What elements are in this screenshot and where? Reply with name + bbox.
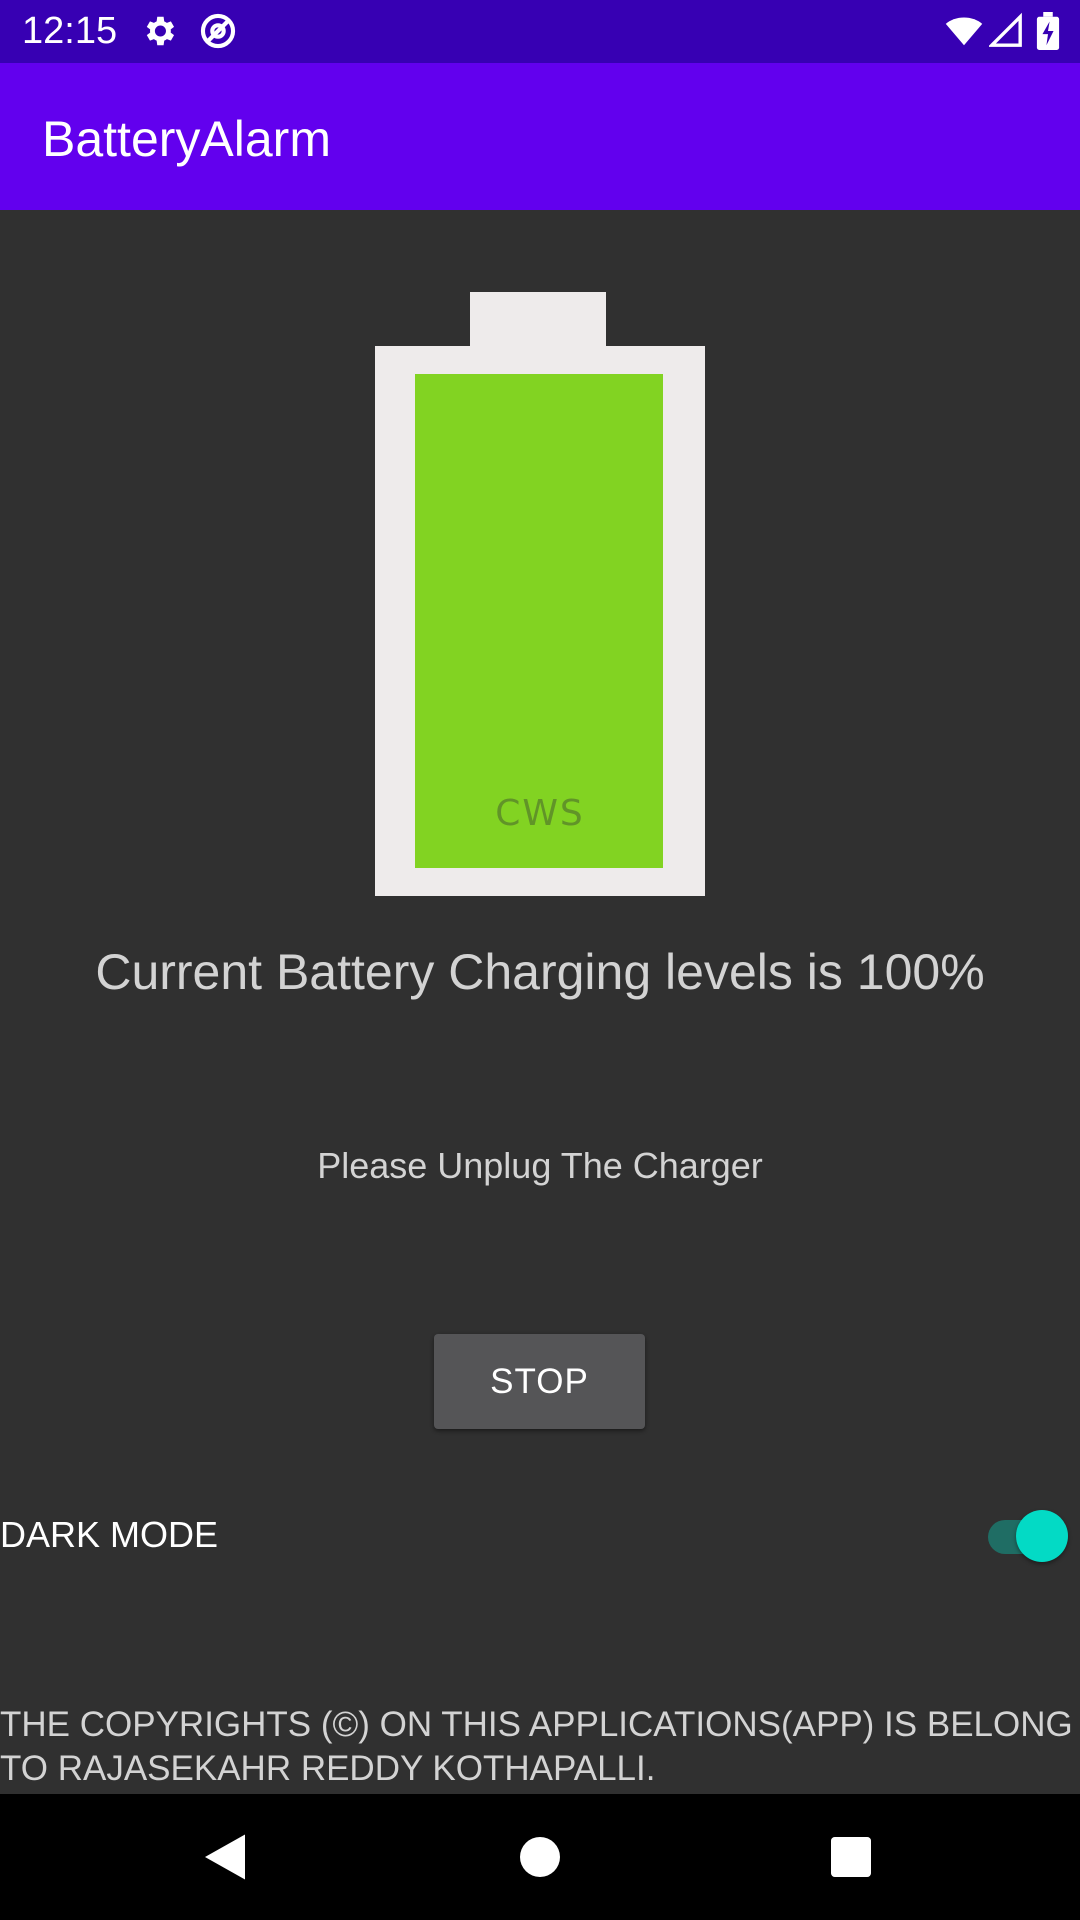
navigation-bar — [0, 1794, 1080, 1920]
copyright-text: THE COPYRIGHTS (©) ON THIS APPLICATIONS(… — [0, 1705, 1073, 1788]
stop-button[interactable]: STOP — [434, 1334, 645, 1429]
back-icon[interactable] — [195, 1827, 255, 1887]
wifi-icon — [944, 12, 984, 50]
dark-mode-label: DARK MODE — [0, 1514, 219, 1555]
battery-charging-icon — [1036, 12, 1060, 50]
app-bar: BatteryAlarm — [0, 63, 1080, 210]
battery-level-text: Current Battery Charging levels is 100% — [95, 944, 985, 1000]
status-time: 12:15 — [22, 10, 118, 52]
at-sign-icon — [199, 12, 237, 50]
battery-brand-mark: CWS — [495, 793, 585, 834]
dark-mode-toggle[interactable] — [986, 1506, 1072, 1562]
recents-icon[interactable] — [821, 1827, 881, 1887]
toggle-thumb — [1016, 1510, 1068, 1562]
battery-graphic: CWS — [375, 290, 705, 896]
unplug-message: Please Unplug The Charger — [317, 1145, 763, 1186]
signal-icon — [989, 12, 1023, 50]
gear-icon — [140, 12, 178, 50]
status-bar: 12:15 — [0, 0, 1080, 63]
home-icon[interactable] — [510, 1827, 570, 1887]
app-title: BatteryAlarm — [42, 111, 331, 167]
